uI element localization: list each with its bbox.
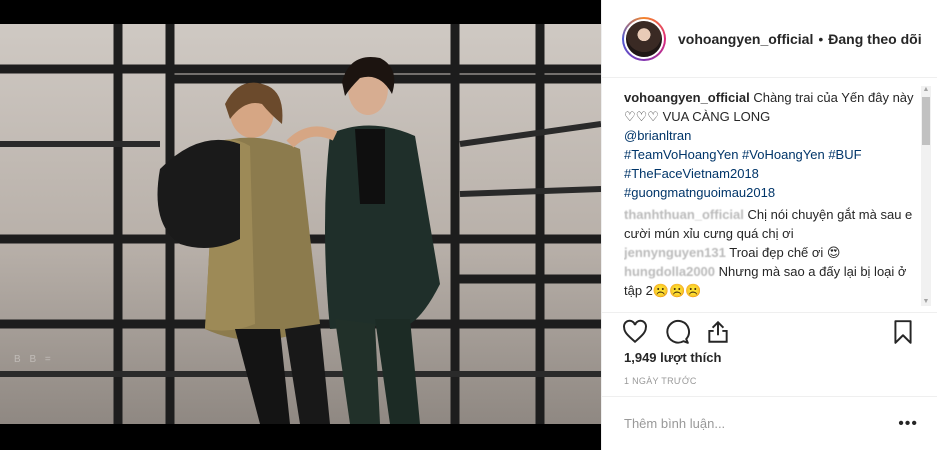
comment-item: jennynguyen131 Troai đẹp chế ơi 😍 (624, 243, 916, 262)
share-icon[interactable] (705, 319, 731, 345)
hashtags-line-1[interactable]: #TeamVoHoangYen #VoHoangYen #BUF (624, 145, 916, 164)
post-photo[interactable]: B B = (0, 24, 601, 424)
comment-text: Troai đẹp chế ơi 😍 (729, 245, 841, 260)
avatar-image (624, 18, 664, 59)
post-header: vohoangyen_official • Đang theo dõi (602, 0, 937, 78)
caption: vohoangyen_official Chàng trai của Yến đ… (624, 88, 916, 202)
comment-username[interactable]: thanhthuan_official (624, 207, 744, 222)
more-options-icon[interactable]: ••• (898, 416, 918, 432)
header-username[interactable]: vohoangyen_official (678, 31, 813, 47)
scroll-down-arrow-icon[interactable]: ▼ (922, 298, 930, 306)
post-timestamp[interactable]: 1 NGÀY TRƯỚC (624, 376, 697, 386)
scrollbar-thumb[interactable] (922, 97, 930, 145)
bookmark-icon[interactable] (890, 319, 916, 345)
avatar[interactable] (622, 16, 666, 61)
photo-illustration (0, 24, 601, 424)
photo-watermark: B B = (14, 354, 54, 365)
caption-username[interactable]: vohoangyen_official (624, 90, 750, 105)
hashtags-line-2[interactable]: #TheFaceVietnam2018 (624, 164, 916, 183)
mention-link[interactable]: @brianltran (624, 126, 916, 145)
following-status-button[interactable]: Đang theo dõi (828, 31, 921, 47)
separator-dot: • (818, 30, 824, 47)
comments-list[interactable]: vohoangyen_official Chàng trai của Yến đ… (624, 88, 916, 310)
action-bar (602, 312, 937, 348)
comment-item: hungdolla2000 Nhưng mà sao a đấy lại bị … (624, 262, 916, 300)
scroll-up-arrow-icon[interactable]: ▲ (922, 86, 930, 94)
hashtags-line-3[interactable]: #guongmatnguoimau2018 (624, 183, 916, 202)
post-side-panel: vohoangyen_official • Đang theo dõi voho… (601, 0, 937, 450)
comment-username[interactable]: hungdolla2000 (624, 264, 715, 279)
comment-item: thanhthuan_official Chị nói chuyện gắt m… (624, 205, 916, 243)
comment-username[interactable]: jennynguyen131 (624, 245, 726, 260)
add-comment-bar: ••• (602, 396, 937, 450)
heart-icon[interactable] (622, 319, 648, 345)
comment-icon[interactable] (664, 319, 690, 345)
likes-count[interactable]: 1,949 lượt thích (624, 350, 721, 365)
comments-scrollbar[interactable]: ▲ ▼ (921, 86, 931, 306)
add-comment-input[interactable] (624, 416, 894, 431)
